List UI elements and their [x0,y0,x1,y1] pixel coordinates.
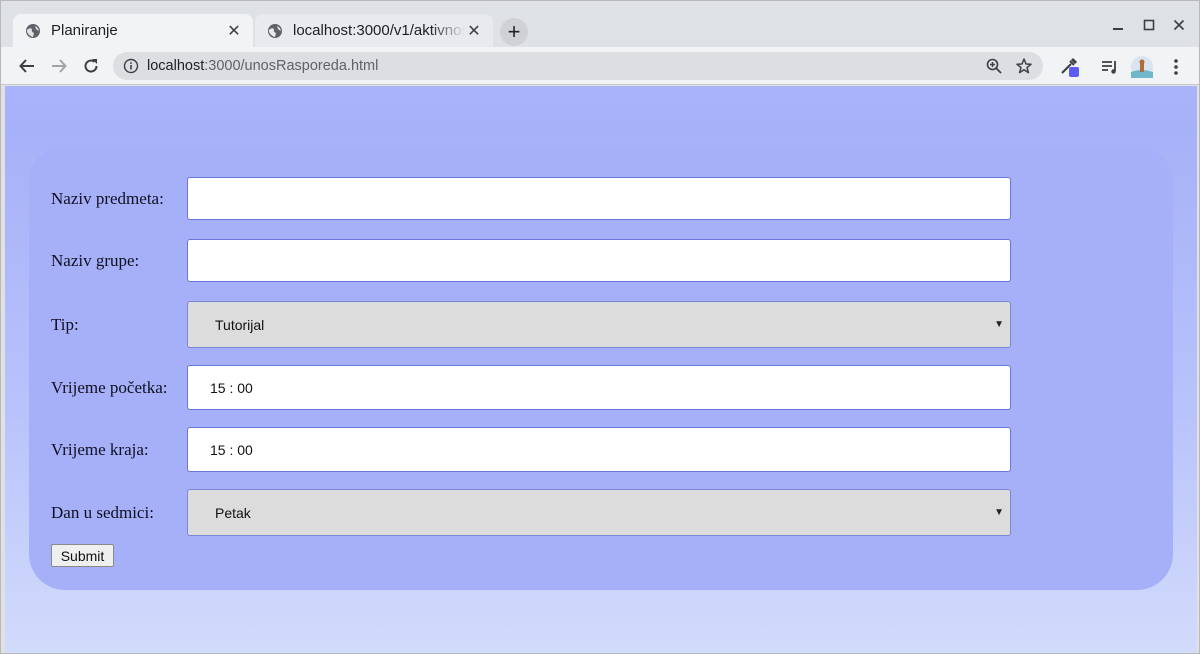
info-icon[interactable] [123,58,139,74]
page-viewport: Naziv predmeta: Naziv grupe: Tip: Tutori… [5,86,1197,653]
maximize-icon[interactable] [1139,15,1159,35]
label-tip: Tip: [51,314,79,334]
globe-icon [268,23,282,38]
row-vrijeme-pocetka: Vrijeme početka: 15 : 00 [51,365,1011,410]
browser-toolbar: localhost:3000/unosRasporeda.html [1,47,1199,85]
tab-planiranje[interactable]: Planiranje ✕ [13,14,253,47]
globe-icon [26,23,40,38]
dan-selected-value: Petak [215,504,251,521]
forward-arrow-icon[interactable] [47,54,71,78]
vrijeme-pocetka-time-input[interactable]: 15 : 00 [187,365,1011,410]
label-naziv-predmeta: Naziv predmeta: [51,188,164,208]
tip-selected-value: Tutorijal [215,316,265,333]
media-playlist-icon[interactable] [1099,56,1121,78]
label-vrijeme-kraja: Vrijeme kraja: [51,439,149,459]
dropdown-arrow-icon: ▼ [994,319,1004,330]
row-vrijeme-kraja: Vrijeme kraja: 15 : 00 [51,427,1011,472]
tab-title: localhost:3000/v1/aktivnosti [293,22,465,39]
naziv-grupe-input[interactable] [187,239,1011,282]
address-bar[interactable]: localhost:3000/unosRasporeda.html [113,52,1043,80]
close-tab-icon[interactable]: ✕ [225,22,243,40]
tip-select[interactable]: Tutorijal ▼ [187,301,1011,348]
row-tip: Tip: Tutorijal ▼ [51,301,1011,348]
new-tab-button[interactable]: + [500,18,528,46]
close-tab-icon[interactable]: ✕ [465,22,483,40]
url-path: :3000/unosRasporeda.html [204,58,379,74]
minimize-icon[interactable] [1108,15,1128,35]
submit-button[interactable]: Submit [51,544,114,567]
browser-window: Planiranje ✕ localhost:3000/v1/aktivnost… [0,0,1200,654]
dan-u-sedmici-select[interactable]: Petak ▼ [187,489,1011,536]
vrijeme-kraja-time-input[interactable]: 15 : 00 [187,427,1011,472]
tab-strip: Planiranje ✕ localhost:3000/v1/aktivnost… [1,1,1199,47]
close-window-icon[interactable] [1169,15,1189,35]
row-naziv-grupe: Naziv grupe: [51,239,1011,282]
zoom-icon[interactable] [985,57,1003,75]
tab-aktivnosti[interactable]: localhost:3000/v1/aktivnosti ✕ [255,14,493,47]
label-dan-u-sedmici: Dan u sedmici: [51,502,154,522]
row-naziv-predmeta: Naziv predmeta: [51,177,1011,220]
schedule-form: Naziv predmeta: Naziv grupe: Tip: Tutori… [29,146,1173,590]
tab-title: Planiranje [51,22,118,39]
star-icon[interactable] [1015,57,1033,75]
profile-avatar-icon[interactable] [1131,56,1153,78]
dropdown-arrow-icon: ▼ [994,507,1004,518]
kebab-menu-icon[interactable] [1165,56,1187,78]
label-vrijeme-pocetka: Vrijeme početka: [51,377,168,397]
naziv-predmeta-input[interactable] [187,177,1011,220]
label-naziv-grupe: Naziv grupe: [51,250,140,270]
reload-icon[interactable] [79,54,103,78]
eyedropper-extension-icon[interactable] [1059,56,1081,78]
row-dan-u-sedmici: Dan u sedmici: Petak ▼ [51,489,1011,536]
back-arrow-icon[interactable] [15,54,39,78]
url-host: localhost [147,58,205,74]
